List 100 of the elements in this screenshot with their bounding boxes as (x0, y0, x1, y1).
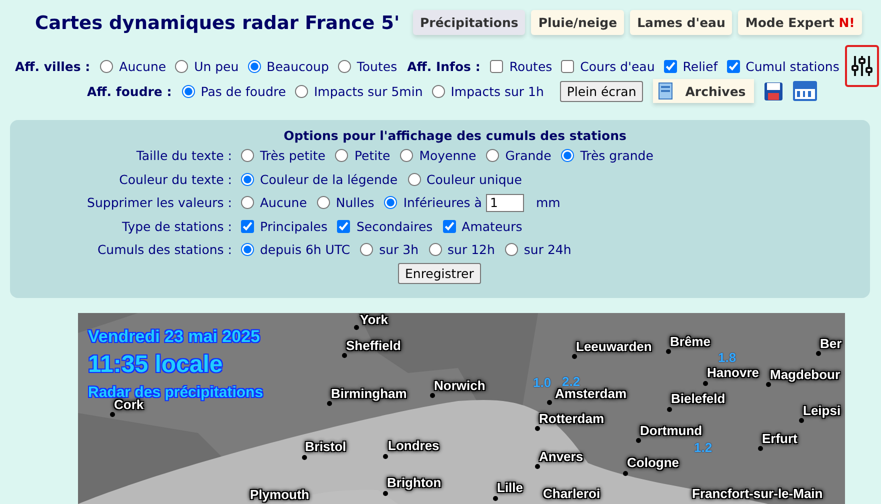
option-label: Supprimer les valeurs : (86, 195, 232, 210)
city-label: Birmingham (331, 386, 407, 401)
option-label: Type de stations : (121, 218, 232, 234)
city-label: Leeuwarden (576, 339, 652, 354)
option-label: Principales (260, 218, 328, 234)
radio-button[interactable] (100, 60, 114, 72)
panel-title: Options pour l'affichage des cumuls des stations (282, 128, 628, 143)
option-label: Amateurs (462, 218, 522, 234)
checkbox[interactable] (561, 60, 574, 72)
page-title: Cartes dynamiques radar France 5' (35, 12, 401, 34)
radio-button[interactable] (175, 60, 188, 72)
option-label: Taille du texte : (135, 148, 232, 164)
mode-tab[interactable]: Lames d'eau (630, 10, 732, 34)
city-label: Dortmund (640, 423, 702, 438)
city-label: York (360, 313, 388, 327)
checkbox[interactable] (442, 220, 456, 233)
option-label: Couleur unique (426, 172, 522, 187)
station-value: 1.8 (718, 351, 736, 364)
radio-button[interactable] (384, 196, 398, 210)
option-label: Aucune (260, 195, 307, 210)
radio-button[interactable] (182, 84, 195, 98)
radio-button[interactable] (241, 243, 254, 256)
city-label: Sheffield (346, 338, 401, 353)
group-label: Aff. villes : (15, 58, 90, 74)
mode-tab[interactable]: Précipitations (413, 10, 526, 34)
radio-button[interactable] (241, 196, 254, 210)
city-dot (327, 401, 332, 406)
mode-tab[interactable]: Mode Expert N! (738, 10, 862, 34)
city-label: Londres (388, 438, 440, 453)
option-label: Couleur de la légende (260, 172, 398, 187)
checkbox[interactable] (337, 220, 350, 233)
save-button[interactable]: Enregistrer (398, 262, 481, 284)
city-label: Ber (820, 336, 842, 351)
city-label: Brême (670, 334, 710, 349)
radio-button[interactable] (338, 60, 351, 72)
radio-button[interactable] (504, 243, 518, 256)
option-label: Routes (509, 58, 552, 74)
floppy-icon[interactable] (764, 82, 783, 100)
option-label: Inférieures à (403, 195, 482, 210)
option-label: Impacts sur 5min (314, 84, 423, 98)
city-label: Plymouth (250, 487, 310, 502)
radio-button[interactable] (428, 243, 442, 256)
archives-button[interactable]: Archives (653, 79, 754, 103)
radio-button[interactable] (400, 149, 414, 162)
checkbox[interactable] (490, 60, 504, 72)
city-dot (572, 354, 577, 359)
city-dot (535, 464, 540, 469)
option-label: Très petite (260, 148, 326, 164)
checkbox[interactable] (241, 220, 254, 233)
radio-button[interactable] (360, 243, 374, 256)
city-label: Cologne (627, 455, 679, 470)
option-label: Cumul stations (746, 58, 840, 74)
radio-button[interactable] (432, 84, 445, 98)
radio-button[interactable] (561, 149, 574, 162)
option-label: Cours d'eau (580, 58, 655, 74)
city-dot (667, 407, 672, 412)
option-label: sur 12h (448, 242, 495, 258)
radio-button[interactable] (248, 60, 261, 72)
city-dot (342, 353, 347, 358)
city-dot (636, 438, 641, 443)
radio-button[interactable] (241, 149, 254, 162)
city-label: Rotterdam (539, 411, 604, 426)
radio-button[interactable] (294, 84, 308, 98)
radio-button[interactable] (316, 196, 330, 210)
city-dot (758, 446, 763, 451)
mode-tab[interactable]: Pluie/neige (531, 10, 624, 34)
city-label: Bristol (305, 439, 346, 454)
city-label: Leipsi (803, 403, 841, 418)
city-label: Francfort-sur-le-Main (692, 486, 823, 501)
checkbox[interactable] (664, 60, 677, 72)
radio-button[interactable] (241, 172, 254, 186)
radio-button[interactable] (486, 149, 500, 162)
city-label: Bielefeld (671, 391, 726, 406)
settings-button[interactable] (845, 45, 880, 87)
city-label: Lille (497, 480, 524, 495)
option-label: sur 24h (524, 242, 572, 258)
checkbox[interactable] (726, 60, 740, 72)
station-value: 2.2 (562, 375, 580, 388)
city-dot (666, 349, 671, 354)
option-label: Pas de foudre (200, 84, 286, 98)
city-label: Magdebour (770, 367, 840, 382)
city-dot (354, 325, 359, 330)
radio-button[interactable] (408, 172, 421, 186)
option-label: Toutes (356, 58, 398, 74)
option-label: sur 3h (379, 242, 419, 258)
city-dot (623, 471, 628, 476)
city-dot (383, 491, 388, 496)
document-icon (657, 82, 676, 100)
option-label: Petite (354, 148, 390, 164)
option-label: Nulles (336, 195, 374, 210)
city-label: Norwich (434, 378, 486, 393)
option-label: Relief (682, 58, 718, 74)
gif-icon[interactable] (792, 81, 817, 101)
radio-button[interactable] (335, 149, 348, 162)
city-dot (766, 382, 771, 387)
date-label: Vendredi 23 mai 2025 (88, 327, 260, 347)
city-label: Amsterdam (555, 386, 627, 401)
option-label: Un peu (194, 58, 239, 74)
fullscreen-button[interactable]: Plein écran (560, 80, 644, 102)
input-field[interactable]: 1 (486, 194, 524, 212)
